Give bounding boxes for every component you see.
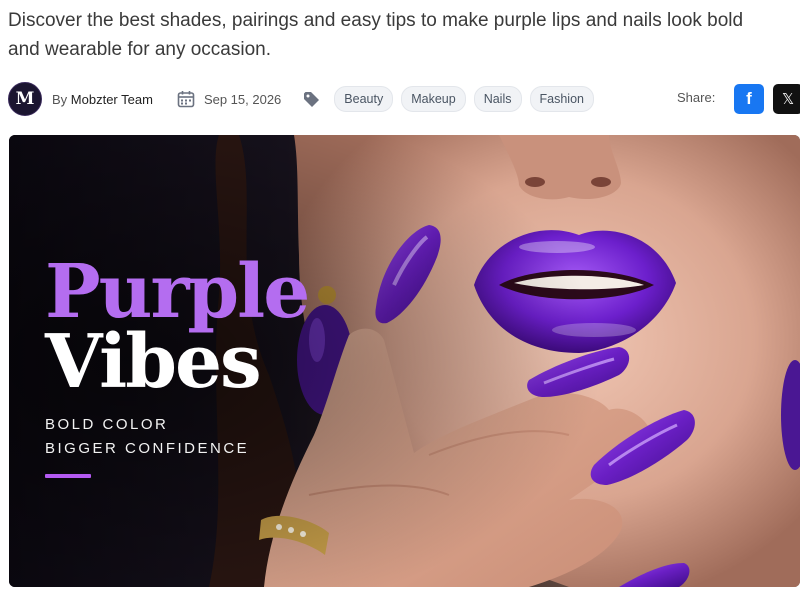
tag-makeup[interactable]: Makeup (401, 86, 466, 112)
article-intro: Discover the best shades, pairings and e… (8, 6, 800, 64)
tag-list: Beauty Makeup Nails Fashion (326, 86, 594, 112)
facebook-share-button[interactable]: f (734, 84, 764, 114)
hero-accent-bar (45, 474, 91, 478)
author-name-link[interactable]: Mobzter Team (71, 92, 153, 107)
hero-subtitle-line-1: BOLD COLOR (45, 416, 169, 433)
hero-image: Purple Vibes BOLD COLOR BIGGER CONFIDENC… (9, 135, 800, 587)
intro-line-1: Discover the best shades, pairings and e… (8, 10, 744, 31)
author-avatar[interactable]: M (8, 82, 42, 116)
tag-nails[interactable]: Nails (473, 86, 522, 112)
tag-icon (303, 91, 320, 108)
tag-beauty[interactable]: Beauty (334, 86, 394, 112)
share-label: Share: (677, 90, 716, 105)
byline: By Mobzter Team (52, 92, 153, 107)
x-icon: 𝕏 (781, 90, 795, 108)
x-share-button[interactable]: 𝕏 (773, 84, 800, 114)
article-meta-bar: M By Mobzter Team Sep 15, 2026 Beauty Ma… (8, 81, 800, 117)
hero-title-line-2: Vibes (45, 319, 262, 405)
publish-date: Sep 15, 2026 (177, 90, 281, 108)
byline-prefix: By (52, 91, 68, 107)
calendar-icon (177, 91, 195, 108)
intro-line-2: and wearable for any occasion. (8, 39, 271, 60)
hero-text-block: Purple Vibes BOLD COLOR BIGGER CONFIDENC… (45, 249, 310, 478)
facebook-icon: f (746, 89, 752, 108)
publish-date-text: Sep 15, 2026 (203, 91, 282, 107)
tag-fashion[interactable]: Fashion (529, 86, 594, 112)
hero-subtitle-line-2: BIGGER CONFIDENCE (45, 440, 250, 457)
hero-title-line-1: Purple (45, 249, 310, 335)
